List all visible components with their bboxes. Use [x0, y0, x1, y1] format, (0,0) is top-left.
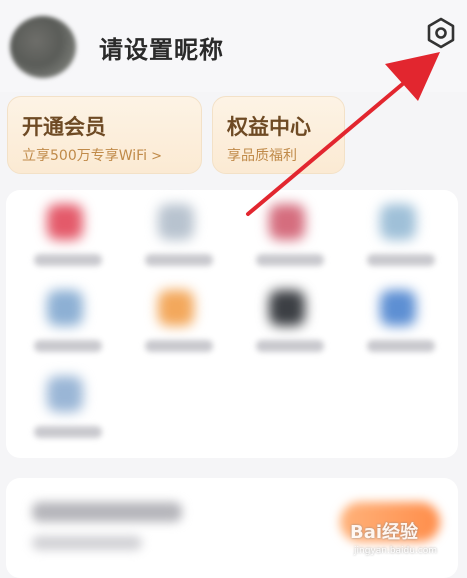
feature-label — [256, 340, 324, 352]
watermark-logo: Bai经验 — [350, 522, 419, 543]
rights-card-subtitle: 享品质福利 — [227, 148, 297, 164]
grid-item-3[interactable] — [244, 204, 334, 280]
feature-label — [34, 340, 102, 352]
feature-icon — [269, 204, 305, 240]
feature-grid-panel — [6, 190, 458, 458]
feature-label — [367, 254, 435, 266]
feature-icon — [47, 204, 83, 240]
promo-title-blurred — [32, 502, 182, 522]
promo-subtitle-blurred — [32, 536, 142, 550]
grid-item-5[interactable] — [22, 290, 112, 366]
grid-item-4[interactable] — [355, 204, 445, 280]
grid-item-9[interactable] — [22, 376, 112, 452]
baidu-jingyan-watermark: Bai经验 jingyan.baidu.com — [350, 518, 460, 564]
grid-item-7[interactable] — [244, 290, 334, 366]
rights-card-title: 权益中心 — [227, 115, 311, 139]
grid-item-8[interactable] — [355, 290, 445, 366]
feature-label — [34, 254, 102, 266]
feature-icon — [158, 204, 194, 240]
feature-label — [367, 340, 435, 352]
rights-center-card[interactable]: 权益中心 享品质福利 — [212, 96, 345, 174]
watermark-url: jingyan.baidu.com — [354, 546, 438, 556]
grid-item-2[interactable] — [133, 204, 223, 280]
vip-membership-card[interactable]: 开通会员 立享500万专享WiFi > — [7, 96, 202, 174]
vip-card-subtitle: 立享500万专享WiFi > — [22, 145, 162, 165]
vip-card-title: 开通会员 — [22, 115, 106, 139]
feature-label — [256, 254, 324, 266]
gear-icon[interactable] — [424, 16, 458, 50]
nickname-label[interactable]: 请设置昵称 — [99, 30, 224, 65]
feature-label — [145, 254, 213, 266]
feature-label — [145, 340, 213, 352]
avatar[interactable] — [10, 16, 76, 78]
feature-icon — [269, 290, 305, 326]
grid-item-1[interactable] — [22, 204, 112, 280]
chevron-right-icon: > — [151, 149, 162, 164]
vip-card-subtitle-text: 立享500万专享WiFi — [22, 148, 148, 164]
feature-icon — [380, 204, 416, 240]
feature-icon — [158, 290, 194, 326]
feature-icon — [47, 290, 83, 326]
grid-item-6[interactable] — [133, 290, 223, 366]
feature-label — [34, 426, 102, 438]
feature-icon — [380, 290, 416, 326]
feature-icon — [47, 376, 83, 412]
